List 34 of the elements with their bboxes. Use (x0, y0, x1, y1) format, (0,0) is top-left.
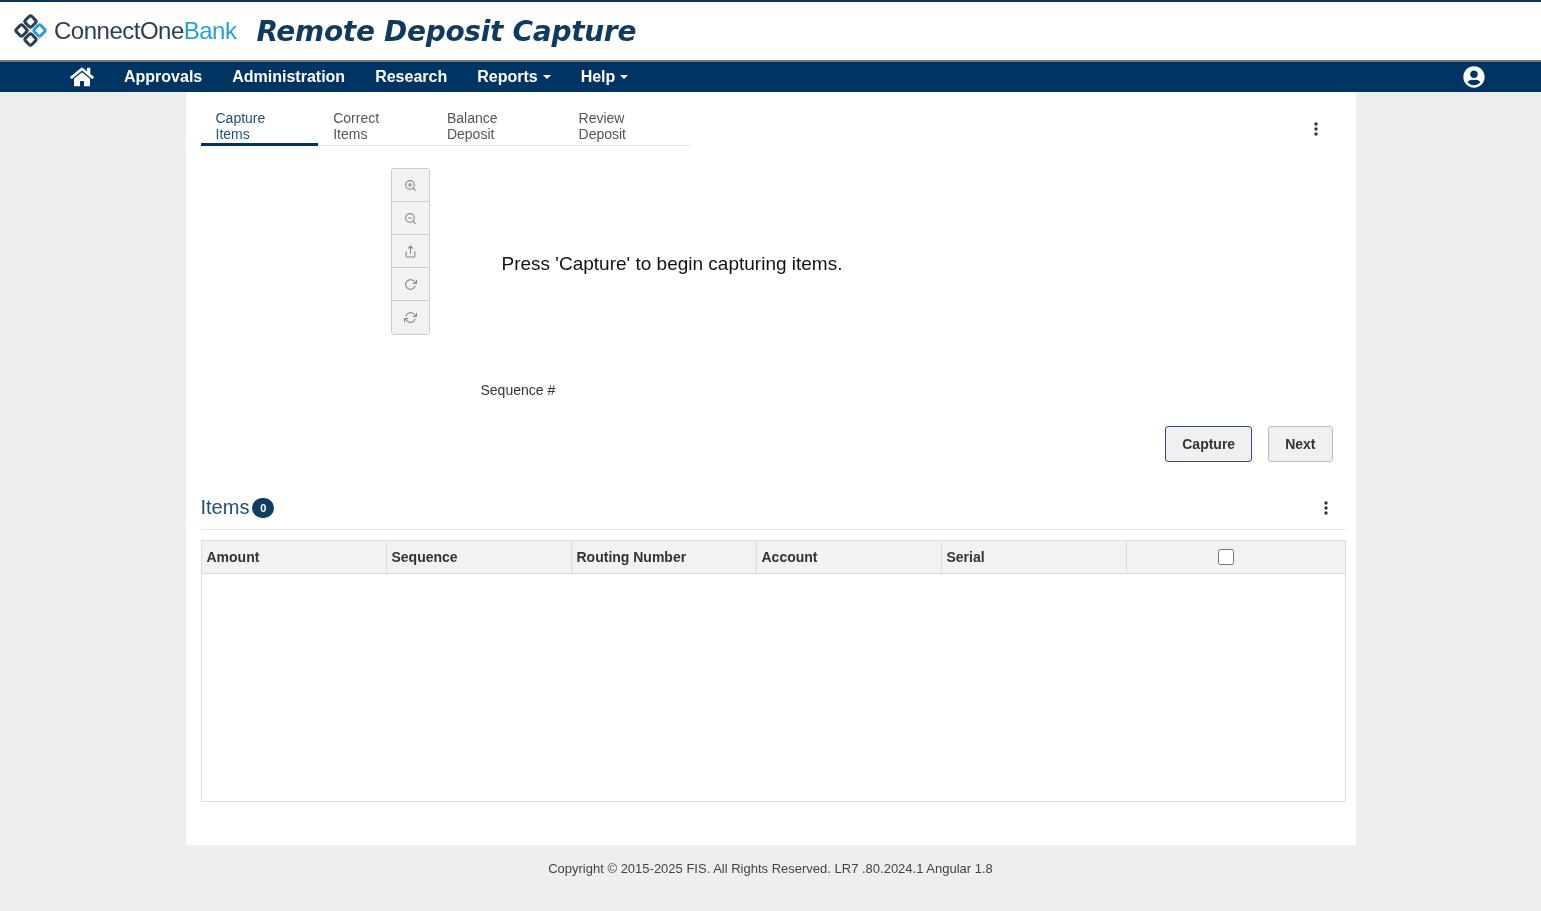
column-header: Sequence (386, 541, 572, 573)
nav-link[interactable]: Administration (232, 68, 346, 86)
tab[interactable]: Review Deposit (563, 92, 691, 146)
app-title: Remote Deposit Capture (256, 14, 637, 48)
next-button[interactable]: Next (1268, 426, 1333, 462)
nav-link[interactable]: Reports (477, 68, 551, 86)
nav-link[interactable]: Help (580, 68, 629, 86)
count-badge: 0 (252, 497, 275, 518)
section-title: Items (200, 496, 250, 519)
capture-message: Press 'Capture' to begin capturing items. (501, 253, 843, 276)
refresh-icon (403, 311, 417, 324)
zoom-out-icon (403, 211, 417, 225)
more-icon[interactable] (1313, 122, 1318, 136)
column-header: Routing Number (571, 541, 757, 573)
select-all-checkbox[interactable] (1217, 549, 1234, 565)
logo-icon (14, 14, 48, 48)
capture-button[interactable]: Capture (1165, 426, 1253, 462)
tab[interactable]: Correct Items (318, 92, 432, 146)
column-header: Serial (941, 541, 1127, 573)
logo-text: ConnectOneBank (54, 17, 237, 45)
tab[interactable]: Capture Items (200, 92, 319, 146)
nav-link[interactable]: Research (375, 68, 448, 86)
rotate-icon (403, 277, 417, 291)
more-icon[interactable] (1323, 500, 1328, 515)
zoom-in-icon (403, 178, 417, 192)
sequence-label: Sequence # (480, 382, 557, 398)
nav-link[interactable]: Approvals (124, 68, 203, 86)
share-icon (403, 244, 417, 258)
copyright-text: Copyright © 2015-2025 FIS. All Rights Reserved. LR7 .80.2024.1 Angular 1.8 (547, 861, 994, 876)
tab[interactable]: Balance Deposit (431, 92, 564, 146)
home-icon[interactable] (70, 65, 94, 89)
user-icon[interactable] (1463, 66, 1485, 88)
column-header: Account (756, 541, 942, 573)
column-header: Amount (201, 541, 387, 573)
